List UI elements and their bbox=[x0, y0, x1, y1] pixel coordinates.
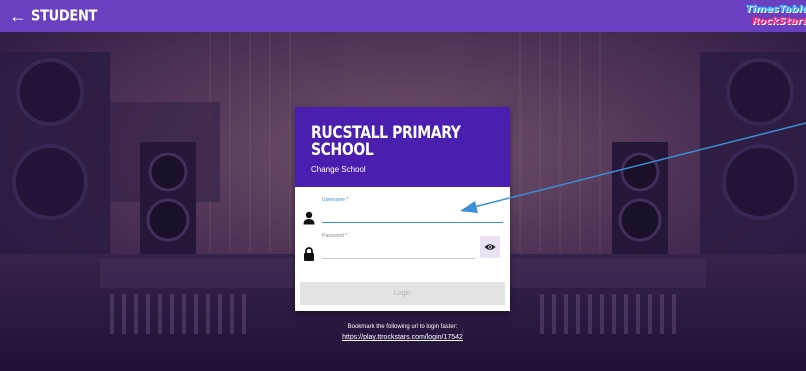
username-underline bbox=[322, 222, 503, 223]
login-card: RUCSTALL PRIMARY SCHOOL Change School Us… bbox=[295, 107, 510, 311]
show-password-button[interactable] bbox=[480, 236, 500, 258]
change-school-link[interactable]: Change School bbox=[311, 165, 366, 174]
login-button[interactable]: Login bbox=[300, 282, 505, 305]
card-header: RUCSTALL PRIMARY SCHOOL Change School bbox=[295, 107, 510, 187]
logo-line-2: RockStars bbox=[751, 16, 806, 27]
logo-line-1: TimesTables bbox=[745, 4, 806, 15]
bookmark-section: Bookmark the following url to login fast… bbox=[295, 323, 510, 343]
top-bar: ← STUDENT TimesTables RockStars bbox=[0, 0, 806, 32]
back-label: STUDENT bbox=[31, 7, 98, 25]
username-label: Username * bbox=[322, 197, 349, 203]
username-input[interactable] bbox=[322, 207, 502, 221]
password-underline bbox=[322, 258, 475, 259]
bookmark-text: Bookmark the following url to login fast… bbox=[347, 324, 458, 330]
user-icon bbox=[303, 211, 315, 225]
password-input[interactable] bbox=[322, 243, 474, 257]
back-button[interactable]: ← STUDENT bbox=[9, 7, 97, 25]
ttrockstars-logo: TimesTables RockStars bbox=[745, 2, 806, 30]
school-name: RUCSTALL PRIMARY SCHOOL bbox=[311, 123, 461, 160]
lock-icon bbox=[304, 247, 314, 261]
back-arrow-icon: ← bbox=[9, 6, 27, 26]
bookmark-url-link[interactable]: https://play.ttrockstars.com/login/17542 bbox=[295, 332, 510, 343]
eye-icon bbox=[484, 244, 496, 250]
password-label: Password * bbox=[322, 233, 348, 239]
